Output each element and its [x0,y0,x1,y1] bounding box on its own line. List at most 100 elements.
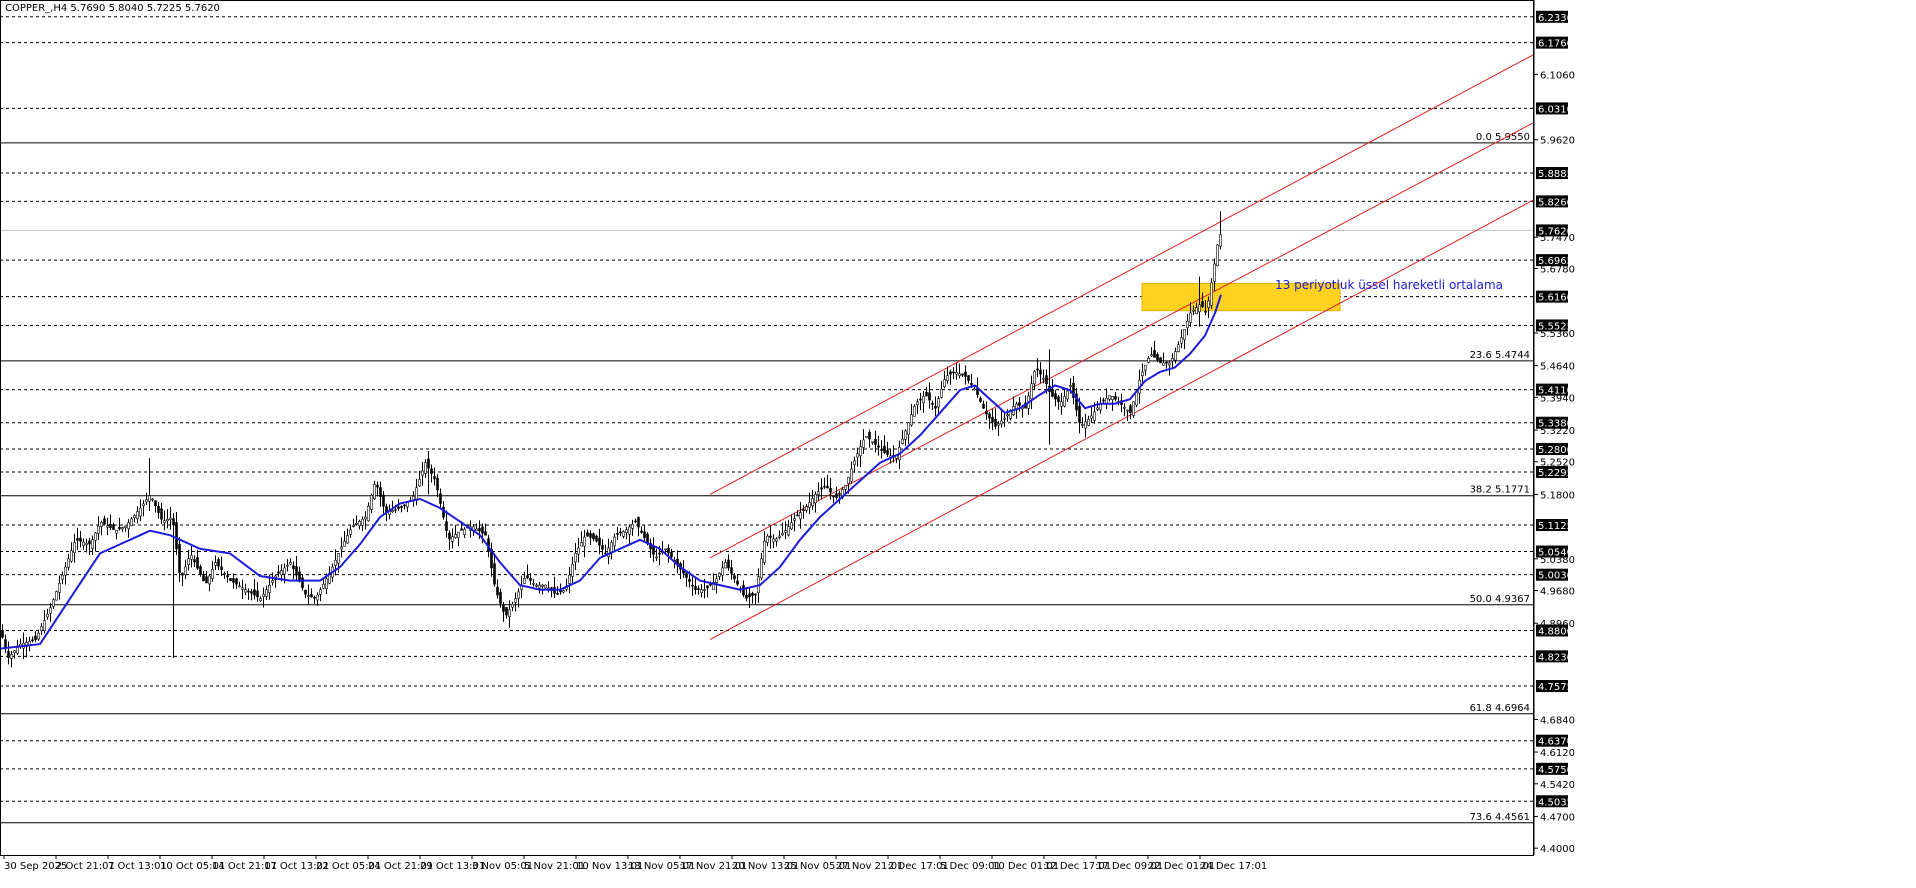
candle-body [208,575,211,585]
candle-body [172,518,175,526]
candlestick-series [1,211,1222,668]
price-level-label: 5.4110 [1538,386,1573,397]
price-level-label: 5.0540 [1538,548,1573,559]
candle-body [1198,304,1201,313]
fib-level-label: 61.8 4.6964 [1470,703,1530,714]
candle-body [1153,350,1156,358]
candle-body [637,517,640,528]
candle-body [106,525,109,528]
candle-body [118,526,121,530]
fib-level-label: 50.0 4.9367 [1470,594,1530,605]
candle-body [730,567,733,574]
candle-body [1066,390,1069,400]
candle-body [631,524,634,529]
candle-body [523,578,526,584]
candle-body [340,546,343,550]
candle-body [196,557,199,569]
candle-body [601,545,604,550]
candle-body [1057,396,1060,403]
candle-body [943,379,946,387]
candle-body [946,375,949,382]
candle-body [481,526,484,534]
candle-body [697,588,700,590]
candle-body [112,524,115,530]
candle-body [496,586,499,596]
candle-body [448,532,451,540]
candle-body [13,650,16,654]
candle-body [262,593,265,597]
candle-body [721,567,724,576]
symbol-header: COPPER_,H4 5.7690 5.8040 5.7225 5.7620 [5,3,220,14]
candle-body [1210,282,1213,306]
candle-body [1156,354,1159,361]
price-tick-label: 5.4640 [1540,362,1575,373]
time-axis: 30 Sep 20252 Oct 21:017 Oct 13:0110 Oct … [3,855,1267,872]
candle-body [10,653,13,659]
candle-body [1141,371,1144,376]
candle-body [736,580,739,585]
candle-body [1213,263,1216,282]
candle-body [1168,362,1171,366]
candle-body [967,375,970,381]
candle-body [1126,409,1129,412]
candle-body [691,584,694,587]
candle-body [280,570,283,576]
price-tick-label: 6.1060 [1540,70,1575,81]
candle-body [931,402,934,405]
candle-body [652,546,655,555]
candle-body [46,613,49,618]
candle-body [325,578,328,590]
candle-body [535,584,538,587]
candle-body [313,596,316,599]
candle-body [16,647,19,654]
candle-body [205,576,208,584]
candle-body [619,531,622,534]
candle-body [82,541,85,546]
candle-body [271,580,274,583]
candle-body [292,565,295,570]
candle-body [1018,402,1021,406]
candle-body [52,599,55,607]
candle-body [109,524,112,528]
candle-body [814,494,817,504]
candle-body [1114,395,1117,400]
candle-body [586,532,589,537]
candle-body [643,531,646,539]
candle-body [994,418,997,427]
candle-body [382,494,385,507]
candle-body [1216,244,1219,267]
candle-body [982,403,985,409]
candle-body [316,594,319,601]
candle-body [223,573,226,575]
candle-body [166,519,169,522]
candle-body [580,542,583,547]
candle-body [547,587,550,590]
candle-body [811,498,814,507]
candle-body [100,521,103,527]
candle-body [805,506,808,511]
candle-body [334,559,337,566]
candle-body [718,573,721,577]
candle-body [706,585,709,589]
candle-body [964,371,967,377]
candle-body [1177,344,1180,352]
candle-body [904,430,907,440]
candle-body [1111,396,1114,401]
candle-body [97,525,100,534]
price-tick-label: 4.6840 [1540,715,1575,726]
candle-body [352,525,355,527]
candle-body [115,529,118,534]
candle-body [211,568,214,579]
price-chart[interactable]: 0.0 5.9550 23.6 5.4744 38.2 5.1771 50.0 4.9… [0,0,1916,888]
fib-level-label: 23.6 5.4744 [1470,350,1530,361]
candle-body [61,574,64,580]
candle-body [562,590,565,593]
candle-body [1033,371,1036,385]
candle-body [175,522,178,550]
candle-body [928,392,931,401]
candle-body [634,520,637,523]
candle-body [916,401,919,406]
candle-body [766,535,769,543]
channel-line [709,122,1535,559]
candle-body [724,562,727,569]
